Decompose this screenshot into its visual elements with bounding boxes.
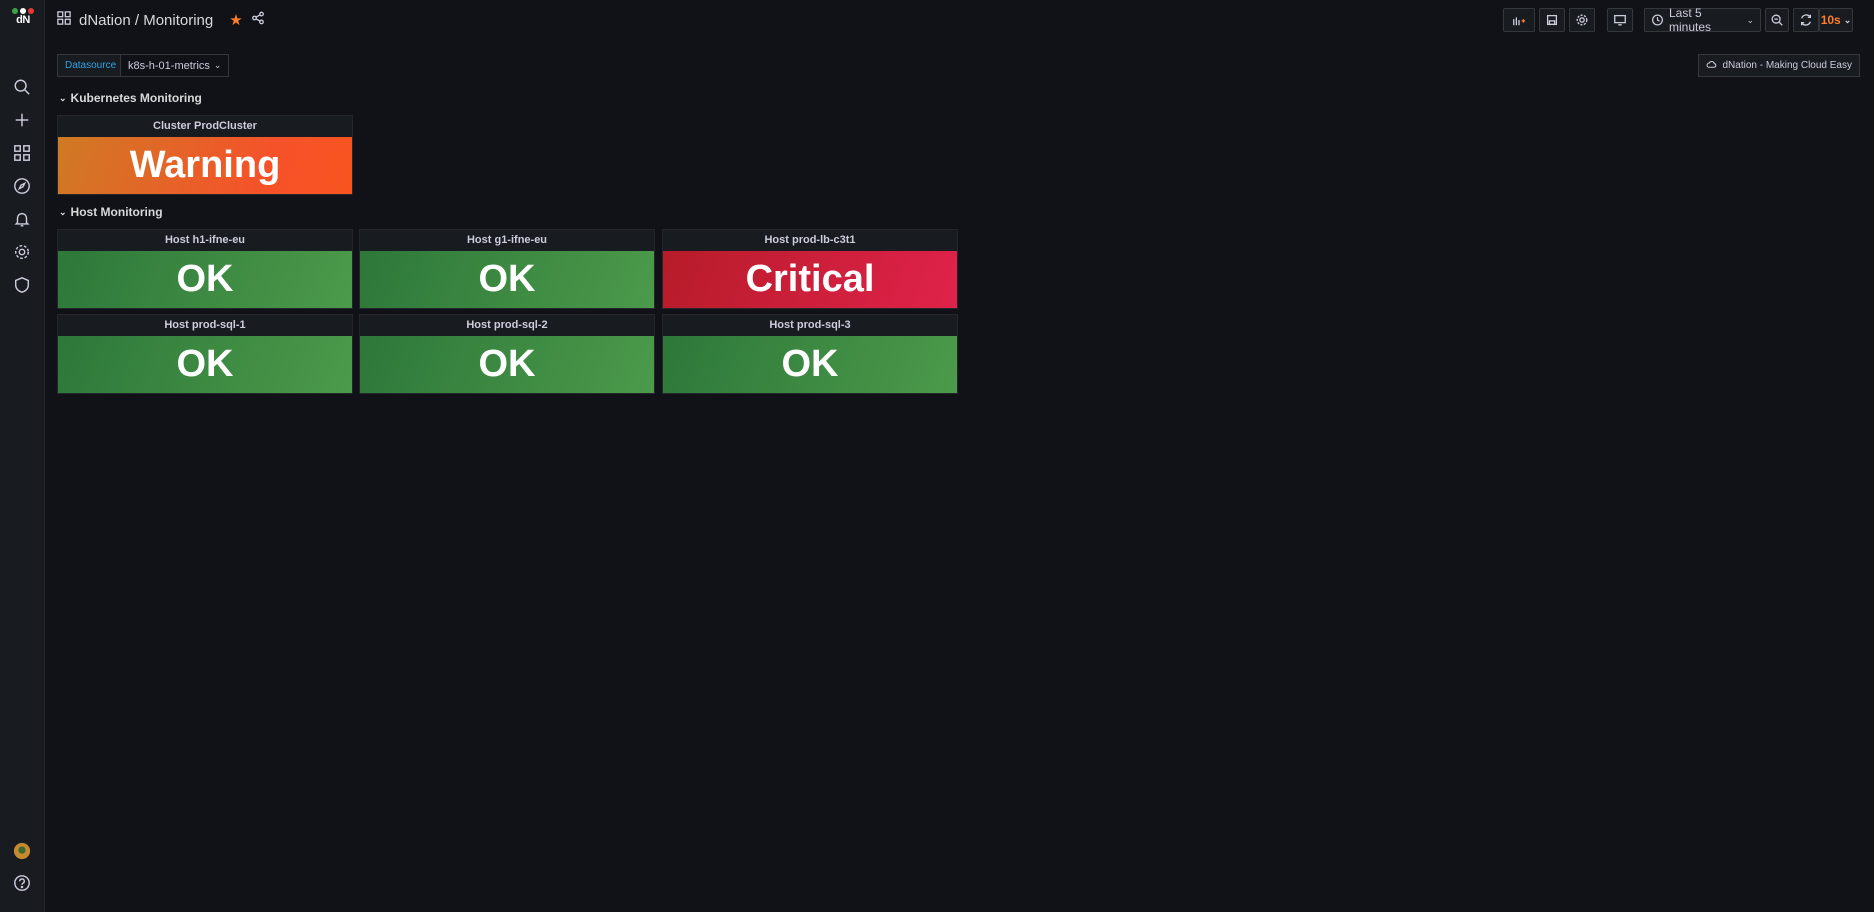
clock-icon (1652, 14, 1663, 26)
top-navbar: dNation / Monitoring ★ Last 5 minutes ⌄ … (45, 0, 1874, 42)
panel-title: Host prod-sql-3 (769, 319, 851, 331)
share-icon[interactable] (251, 11, 265, 29)
status-value: Critical (663, 251, 957, 308)
refresh-interval-label: 10s (1820, 13, 1841, 27)
datasource-variable-select[interactable]: k8s-h-01-metrics ⌄ (120, 54, 230, 77)
refresh-interval-picker[interactable]: 10s ⌄ (1819, 8, 1853, 32)
configuration-gear-icon[interactable] (11, 241, 33, 263)
help-icon[interactable] (11, 872, 33, 894)
logo-text: dN (16, 14, 30, 26)
status-value: OK (360, 336, 654, 393)
refresh-button[interactable] (1793, 8, 1819, 32)
status-value: Warning (58, 137, 352, 194)
star-icon[interactable]: ★ (229, 11, 242, 29)
cloud-icon (1706, 59, 1717, 73)
chevron-down-icon: ⌄ (1746, 14, 1754, 25)
sidebar: dN (0, 0, 45, 912)
datasource-variable-label: Datasource (57, 54, 125, 77)
status-value: OK (663, 336, 957, 393)
plus-icon[interactable] (11, 109, 33, 131)
panel-host-prod-sql-3[interactable]: Host prod-sql-3 OK (662, 314, 958, 394)
time-range-picker[interactable]: Last 5 minutes ⌄ (1644, 6, 1761, 34)
user-avatar[interactable] (11, 840, 33, 862)
app-logo[interactable]: dN (10, 8, 36, 30)
shield-icon[interactable] (11, 274, 33, 296)
panel-host-g1-ifne-eu[interactable]: Host g1-ifne-eu OK (359, 229, 655, 309)
panel-title: Host prod-lb-c3t1 (764, 234, 856, 246)
panel-title: Cluster ProdCluster (153, 120, 257, 132)
dashboard-link-label: dNation - Making Cloud Easy (1722, 60, 1852, 71)
panel-title: Host prod-sql-2 (466, 319, 548, 331)
status-value: OK (58, 251, 352, 308)
row-kubernetes-monitoring[interactable]: ⌄ Kubernetes Monitoring (59, 91, 202, 105)
status-value: OK (360, 251, 654, 308)
chevron-down-icon: ⌄ (59, 206, 67, 217)
panel-title: Host h1-ifne-eu (164, 234, 246, 246)
panel-title: Host prod-sql-1 (164, 319, 246, 331)
time-range-label: Last 5 minutes (1669, 6, 1712, 34)
search-icon[interactable] (11, 76, 33, 98)
chevron-down-icon: ⌄ (1843, 14, 1852, 25)
panel-host-prod-sql-2[interactable]: Host prod-sql-2 OK (359, 314, 655, 394)
panel-cluster-prodcluster[interactable]: Cluster ProdCluster Warning (57, 115, 353, 195)
panel-host-h1-ifne-eu[interactable]: Host h1-ifne-eu OK (57, 229, 353, 309)
panel-host-prod-lb-c3t1[interactable]: Host prod-lb-c3t1 Critical (662, 229, 958, 309)
dashboards-icon[interactable] (11, 142, 33, 164)
row-title: Host Monitoring (70, 205, 163, 219)
breadcrumb: dNation / Monitoring ★ (57, 11, 265, 29)
status-value: OK (58, 336, 352, 393)
panel-host-prod-sql-1[interactable]: Host prod-sql-1 OK (57, 314, 353, 394)
zoom-out-button[interactable] (1765, 8, 1789, 32)
explore-compass-icon[interactable] (11, 175, 33, 197)
dashboard-title[interactable]: dNation / Monitoring (79, 12, 213, 29)
chevron-down-icon: ⌄ (213, 60, 222, 70)
panel-title: Host g1-ifne-eu (466, 234, 548, 246)
dashboard-link-button[interactable]: dNation - Making Cloud Easy (1698, 54, 1860, 77)
dashboard-settings-button[interactable] (1569, 8, 1595, 32)
chevron-down-icon: ⌄ (59, 92, 67, 103)
row-host-monitoring[interactable]: ⌄ Host Monitoring (59, 205, 163, 219)
datasource-value: k8s-h-01-metrics (128, 59, 210, 72)
tv-mode-button[interactable] (1607, 8, 1633, 32)
dashboard-grid-icon (57, 11, 71, 29)
row-title: Kubernetes Monitoring (70, 91, 202, 105)
add-panel-button[interactable] (1503, 8, 1535, 32)
save-dashboard-button[interactable] (1539, 8, 1565, 32)
alerting-bell-icon[interactable] (11, 208, 33, 230)
